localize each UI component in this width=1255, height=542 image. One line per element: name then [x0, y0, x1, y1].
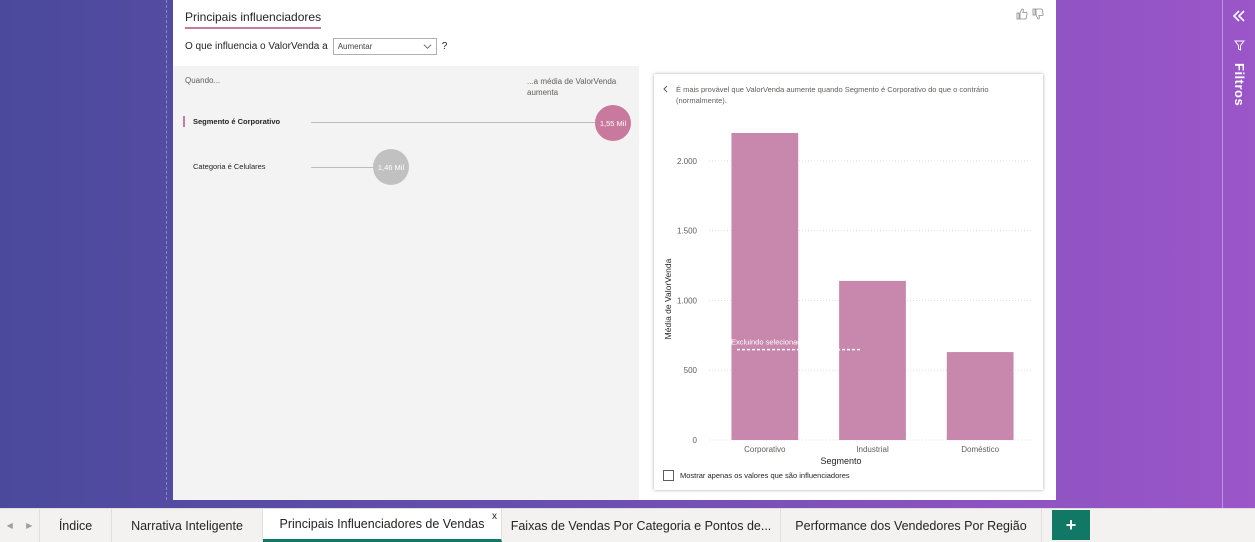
influencers-panel: Quando... ...a média de ValorVenda aumen… — [173, 66, 639, 500]
tab-performance-vendedores[interactable]: Performance dos Vendedores Por Região — [781, 509, 1042, 542]
y-tick-label: 1.500 — [677, 227, 698, 236]
page-tab-bar: ◀ ▶ Índice Narrativa Inteligente Princip… — [0, 508, 1255, 542]
y-axis-label: Média de ValorVenda — [663, 258, 673, 339]
when-header: Quando... — [185, 76, 221, 85]
x-axis-label: Segmento — [820, 456, 861, 466]
influencer-question: O que influencia o ValorVenda a Aumentar… — [185, 38, 447, 55]
tab-label: Narrativa Inteligente — [131, 518, 243, 533]
scroll-right-icon[interactable]: ▶ — [26, 521, 32, 530]
influencer-bubble[interactable]: 1,55 Mil — [595, 105, 631, 141]
tab-label: Principais Influenciadores de Vendas — [279, 517, 485, 531]
filters-pane[interactable]: Filtros — [1222, 0, 1255, 508]
x-tick-label: Doméstico — [961, 445, 999, 454]
tab-scroll-arrows[interactable]: ◀ ▶ — [0, 509, 40, 542]
influencers-only-toggle[interactable]: Mostrar apenas os valores que são influe… — [663, 470, 850, 481]
influencer-row-segmento[interactable]: Segmento é Corporativo 1,55 Mil — [183, 103, 633, 143]
bar-corporativo[interactable] — [731, 132, 799, 440]
thumbs-down-icon[interactable] — [1032, 8, 1044, 20]
selected-marker — [183, 116, 185, 127]
influencer-bubble[interactable]: 1,46 Mil — [373, 149, 409, 185]
tab-label: Performance dos Vendedores Por Região — [795, 518, 1027, 533]
checkbox-label: Mostrar apenas os valores que são influe… — [680, 471, 850, 480]
y-tick-label: 0 — [693, 436, 698, 445]
direction-dropdown[interactable]: Aumentar — [332, 38, 437, 55]
question-suffix: ? — [441, 41, 448, 52]
feedback-icons — [1016, 8, 1044, 20]
bar-industrial[interactable] — [839, 280, 906, 440]
tab-narrativa-inteligente[interactable]: Narrativa Inteligente — [112, 509, 263, 542]
y-tick-label: 500 — [684, 366, 698, 375]
influencer-connector — [311, 167, 373, 168]
key-influencers-visual[interactable]: Principais influenciadores O que influen… — [173, 0, 1056, 500]
chevron-down-icon — [423, 44, 432, 49]
segment-bar-chart: 0 500 1.000 1.500 2.000 Corporativo Industria… — [663, 132, 1032, 466]
influencer-connector — [311, 122, 595, 123]
scroll-left-icon[interactable]: ◀ — [7, 521, 13, 530]
y-tick-label: 2.000 — [677, 157, 698, 166]
influencer-row-categoria[interactable]: Categoria é Celulares 1,46 Mil — [183, 148, 633, 188]
thumbs-up-icon[interactable] — [1016, 8, 1028, 20]
x-tick-label: Industrial — [856, 445, 889, 454]
dropdown-value: Aumentar — [337, 42, 373, 51]
visual-title: Principais influenciadores — [185, 10, 322, 29]
x-tick-label: Corporativo — [744, 445, 786, 454]
bar-doméstico[interactable] — [946, 352, 1014, 440]
influencer-label: Segmento é Corporativo — [193, 117, 281, 126]
filters-label: Filtros — [1232, 63, 1247, 107]
question-prefix: O que influencia o ValorVenda a — [185, 41, 328, 52]
influencer-label: Categoria é Celulares — [193, 162, 266, 171]
close-tab-icon[interactable]: x — [492, 511, 497, 522]
tab-faixas-de-vendas[interactable]: Faixas de Vendas Por Categoria e Pontos … — [502, 509, 781, 542]
reference-line-label: Excluindo selecionado: 647,49 — [731, 338, 833, 347]
tab-label: Índice — [58, 518, 93, 533]
checkbox[interactable] — [663, 470, 674, 481]
tab-principais-influenciadores[interactable]: Principais Influenciadores de Vendas x — [263, 509, 502, 542]
influencer-detail-panel: É mais provável que ValorVenda aumente q… — [654, 74, 1043, 490]
tab-indice[interactable]: Índice — [40, 509, 112, 542]
double-chevron-left-icon[interactable] — [1233, 10, 1245, 22]
y-tick-label: 1.000 — [677, 296, 698, 305]
tab-label: Faixas de Vendas Por Categoria e Pontos … — [510, 518, 772, 533]
add-page-button[interactable]: + — [1052, 510, 1090, 540]
funnel-icon — [1234, 40, 1245, 51]
average-increase-header: ...a média de ValorVenda aumenta — [527, 77, 617, 97]
